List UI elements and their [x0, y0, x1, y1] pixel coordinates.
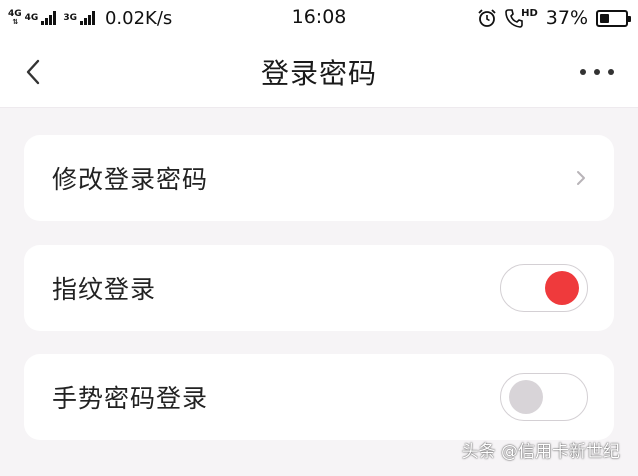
more-horizontal-icon[interactable] — [580, 58, 614, 86]
change-password-row[interactable]: 修改登录密码 — [24, 135, 614, 221]
gesture-login-row: 手势密码登录 — [24, 354, 614, 440]
battery-icon — [596, 9, 631, 27]
gesture-login-label: 手势密码登录 — [52, 384, 209, 413]
network-speed: 0.02K/s — [104, 7, 173, 29]
fingerprint-login-label: 指纹登录 — [52, 275, 157, 304]
network-type-badge: 4G ⇅ — [8, 10, 22, 26]
network-type-label: 3G — [63, 12, 77, 23]
watermark: 头条 @信用卡新世纪 — [461, 442, 620, 462]
status-left: 4G ⇅ 4G 3G 0.02K/s — [8, 8, 172, 29]
signal-strength-icon — [79, 11, 95, 25]
fingerprint-login-toggle[interactable] — [500, 264, 588, 312]
battery-percent: 37% — [545, 7, 588, 29]
hd-label: HD — [521, 8, 538, 19]
fingerprint-login-row: 指纹登录 — [24, 245, 614, 331]
hd-call-indicator: HD — [505, 8, 538, 28]
toggle-knob — [545, 271, 579, 305]
status-bar: 4G ⇅ 4G 3G 0.02K/s 16:08 HD 37% — [0, 0, 638, 36]
chevron-right-icon — [577, 171, 585, 185]
network-type-badge: 3G — [63, 12, 77, 23]
gesture-login-toggle[interactable] — [500, 373, 588, 421]
page-title: 登录密码 — [260, 56, 377, 90]
chevron-left-icon[interactable] — [22, 58, 44, 86]
toggle-knob — [509, 380, 543, 414]
status-right: HD 37% — [477, 7, 631, 29]
signal-strength-icon — [41, 11, 57, 25]
data-arrows-icon: ⇅ — [12, 18, 18, 26]
change-password-label: 修改登录密码 — [52, 165, 209, 194]
navigation-bar: 登录密码 — [0, 36, 638, 108]
network-type-label: 4G — [24, 12, 39, 23]
network-type-badge: 4G — [24, 12, 39, 23]
alarm-clock-icon — [478, 9, 496, 27]
